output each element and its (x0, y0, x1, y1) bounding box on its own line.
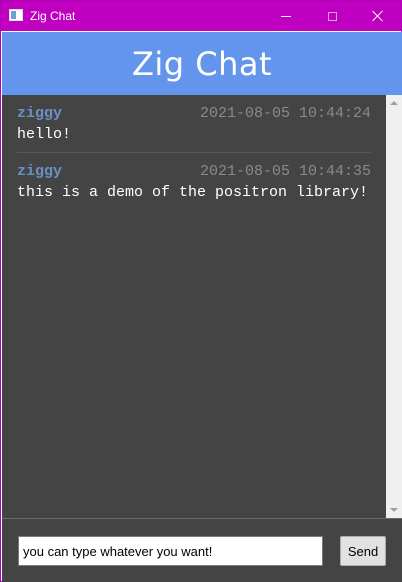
app-window-icon (9, 9, 23, 21)
scroll-up-button[interactable] (386, 95, 402, 111)
close-button[interactable] (355, 1, 401, 31)
chevron-down-icon (390, 508, 398, 512)
message-timestamp: 2021-08-05 10:44:35 (199, 163, 371, 180)
maximize-button[interactable] (309, 1, 355, 31)
message-item: ziggy 2021-08-05 10:44:24 hello! (17, 95, 371, 153)
chevron-up-icon (390, 101, 398, 105)
message-author: ziggy (17, 163, 63, 180)
minimize-icon (281, 15, 291, 17)
send-button[interactable]: Send (340, 536, 386, 566)
message-text: this is a demo of the positron library! (17, 184, 369, 201)
scroll-down-button[interactable] (386, 502, 402, 518)
composer-bar: Send (2, 518, 402, 582)
message-list: ziggy 2021-08-05 10:44:24 hello! ziggy 2… (2, 95, 386, 518)
message-item: ziggy 2021-08-05 10:44:35 this is a demo… (17, 153, 371, 210)
app-window: Zig Chat Zig Chat ziggy 2021-08-05 10:44… (0, 0, 402, 582)
close-icon (372, 10, 384, 22)
minimize-button[interactable] (263, 1, 309, 31)
message-header: ziggy 2021-08-05 10:44:24 (17, 105, 371, 125)
message-text: hello! (17, 126, 72, 143)
message-input[interactable] (18, 536, 323, 566)
app-title: Zig Chat (131, 44, 273, 83)
message-header: ziggy 2021-08-05 10:44:35 (17, 163, 371, 183)
window-title: Zig Chat (30, 9, 76, 23)
app-header: Zig Chat (2, 32, 402, 95)
message-author: ziggy (17, 105, 63, 122)
message-timestamp: 2021-08-05 10:44:24 (199, 105, 371, 122)
title-bar[interactable]: Zig Chat (1, 1, 401, 31)
message-list-scrollbar[interactable] (386, 95, 402, 518)
maximize-icon (327, 11, 337, 21)
